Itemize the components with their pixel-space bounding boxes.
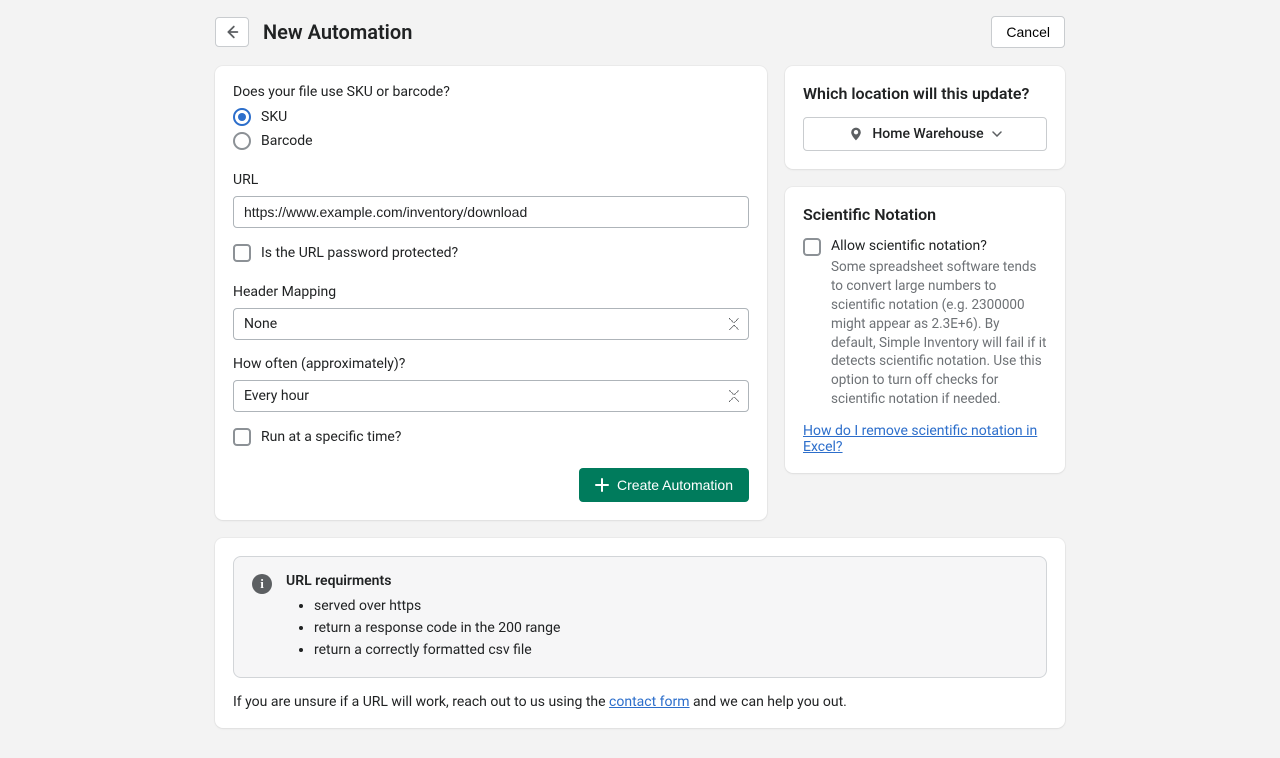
create-automation-button[interactable]: Create Automation [579, 468, 749, 502]
header-mapping-label: Header Mapping [233, 284, 749, 300]
info-icon: i [252, 574, 272, 594]
cancel-button[interactable]: Cancel [991, 16, 1065, 48]
excel-help-link[interactable]: How do I remove scientific notation in E… [803, 423, 1037, 455]
contact-form-link[interactable]: contact form [609, 694, 690, 710]
identifier-question-label: Does your file use SKU or barcode? [233, 84, 749, 100]
url-requirements-banner: i URL requirments served over https retu… [233, 556, 1047, 678]
location-select[interactable]: Home Warehouse [803, 117, 1047, 151]
scientific-notation-card: Scientific Notation Allow scientific not… [785, 187, 1065, 473]
radio-sku[interactable] [233, 108, 251, 126]
specific-time-checkbox[interactable] [233, 428, 251, 446]
location-value: Home Warehouse [872, 126, 983, 142]
arrow-left-icon [223, 23, 241, 41]
allow-scientific-notation-label: Allow scientific notation? [831, 238, 1047, 254]
header-mapping-select[interactable]: None [233, 308, 749, 340]
caret-down-icon [992, 131, 1002, 137]
allow-scientific-notation-checkbox[interactable] [803, 238, 821, 256]
help-footer-text: If you are unsure if a URL will work, re… [233, 694, 1047, 710]
page-header: New Automation Cancel [215, 16, 1065, 48]
radio-barcode[interactable] [233, 132, 251, 150]
back-button[interactable] [215, 17, 249, 47]
frequency-select[interactable]: Every hour [233, 380, 749, 412]
url-requirements-card: i URL requirments served over https retu… [215, 538, 1065, 728]
specific-time-label: Run at a specific time? [261, 429, 401, 445]
url-input[interactable] [233, 196, 749, 228]
frequency-label: How often (approximately)? [233, 356, 749, 372]
scientific-notation-title: Scientific Notation [803, 205, 1047, 224]
location-title: Which location will this update? [803, 84, 1047, 103]
radio-barcode-label: Barcode [261, 133, 313, 149]
automation-form-card: Does your file use SKU or barcode? SKU B… [215, 66, 767, 520]
requirement-item: served over https [314, 595, 560, 617]
requirement-item: return a correctly formatted csv file [314, 639, 560, 661]
url-requirements-title: URL requirments [286, 573, 560, 589]
radio-sku-label: SKU [261, 109, 287, 125]
password-protected-label: Is the URL password protected? [261, 245, 458, 261]
create-automation-label: Create Automation [617, 477, 733, 493]
password-protected-checkbox[interactable] [233, 244, 251, 262]
plus-icon [595, 478, 609, 492]
page-title: New Automation [263, 20, 412, 44]
location-pin-icon [848, 126, 864, 142]
url-label: URL [233, 172, 749, 188]
requirement-item: return a response code in the 200 range [314, 617, 560, 639]
scientific-notation-description: Some spreadsheet software tends to conve… [831, 258, 1047, 409]
location-card: Which location will this update? Home Wa… [785, 66, 1065, 169]
